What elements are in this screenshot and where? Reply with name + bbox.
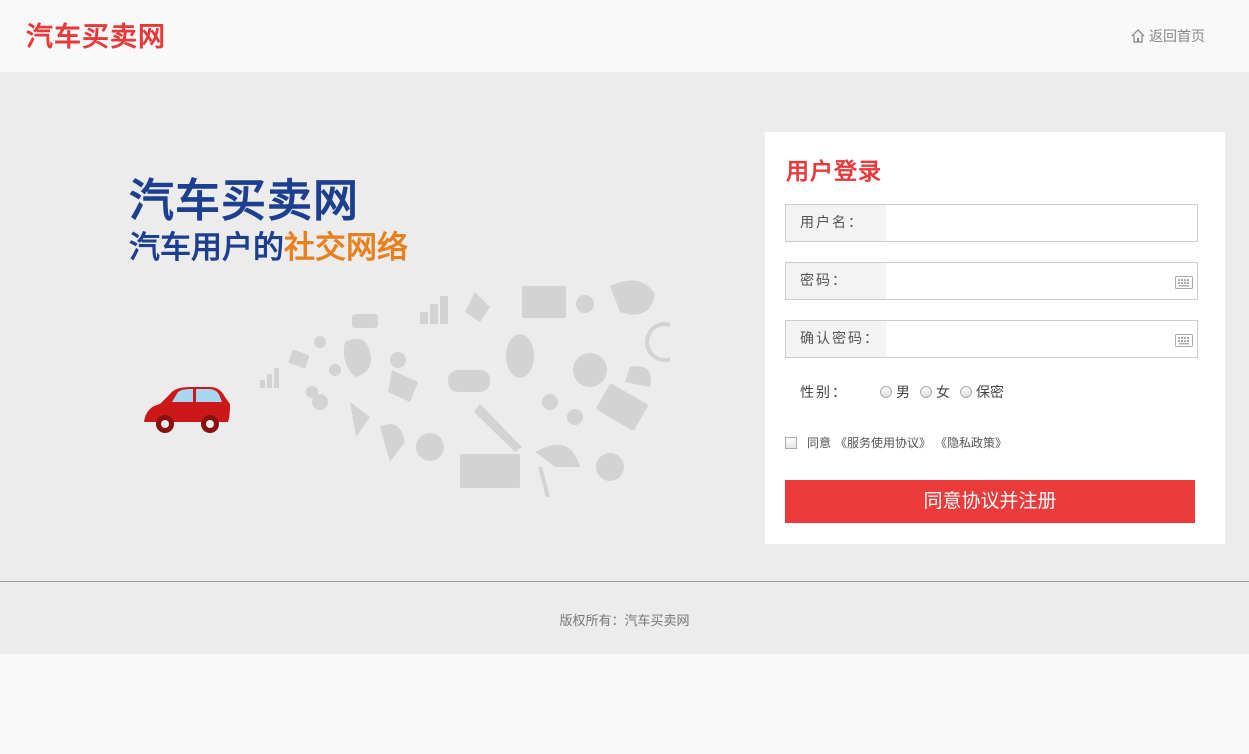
keyboard-icon[interactable] (1175, 274, 1193, 293)
car-social-illustration (144, 280, 670, 498)
radio-dot[interactable] (920, 386, 932, 398)
confirm-password-field[interactable]: 确认密码： (785, 320, 1198, 358)
site-logo[interactable]: 汽车买卖网 (26, 15, 166, 54)
agree-label: 同意 (807, 436, 832, 450)
gender-option-label: 男 (896, 385, 910, 401)
gender-radio-male[interactable]: 男 (880, 382, 910, 402)
radio-dot[interactable] (960, 386, 972, 398)
hero-title: 汽车买卖网 (129, 174, 360, 227)
terms-link[interactable]: 《服务使用协议》 (835, 434, 931, 451)
panel-title: 用户登录 (786, 159, 882, 185)
gender-option-label: 保密 (976, 385, 1004, 401)
footer: 版权所有：汽车买卖网 (0, 581, 1249, 654)
back-home-link[interactable]: 返回首页 (1130, 26, 1205, 46)
gender-label: 性别： (800, 385, 848, 401)
gender-radio-female[interactable]: 女 (920, 382, 950, 402)
password-label: 密码： (786, 263, 886, 299)
gender-radio-secret[interactable]: 保密 (960, 382, 1004, 402)
gender-row: 性别： 男 女 保密 (800, 382, 1014, 402)
gender-option-label: 女 (936, 385, 950, 401)
username-input[interactable] (887, 205, 1167, 241)
register-button[interactable]: 同意协议并注册 (785, 480, 1195, 523)
agreement-row: 同意 《服务使用协议》 《隐私政策》 (785, 434, 1007, 451)
privacy-link[interactable]: 《隐私政策》 (935, 434, 1007, 451)
confirm-password-input[interactable] (887, 321, 1167, 357)
confirm-password-label: 确认密码： (786, 321, 886, 357)
banner: 汽车买卖网 汽车用户的社交网络 用户登录 用户名： 密码： 确认密码： 性别： … (0, 72, 1249, 581)
password-input[interactable] (887, 263, 1167, 299)
social-icons-cloud (260, 280, 670, 498)
radio-dot[interactable] (880, 386, 892, 398)
password-field[interactable]: 密码： (785, 262, 1198, 300)
home-icon (1130, 28, 1146, 44)
username-field[interactable]: 用户名： (785, 204, 1198, 242)
back-home-label: 返回首页 (1149, 29, 1205, 45)
copyright-text: 版权所有：汽车买卖网 (559, 614, 690, 629)
keyboard-icon[interactable] (1175, 332, 1193, 351)
agree-checkbox[interactable] (785, 436, 797, 449)
red-car-icon (144, 387, 230, 433)
top-bar: 汽车买卖网 返回首页 (0, 0, 1249, 72)
username-label: 用户名： (786, 205, 886, 241)
register-panel: 用户登录 用户名： 密码： 确认密码： 性别： 男 女 保密 同意 《服务使用协… (765, 132, 1225, 544)
